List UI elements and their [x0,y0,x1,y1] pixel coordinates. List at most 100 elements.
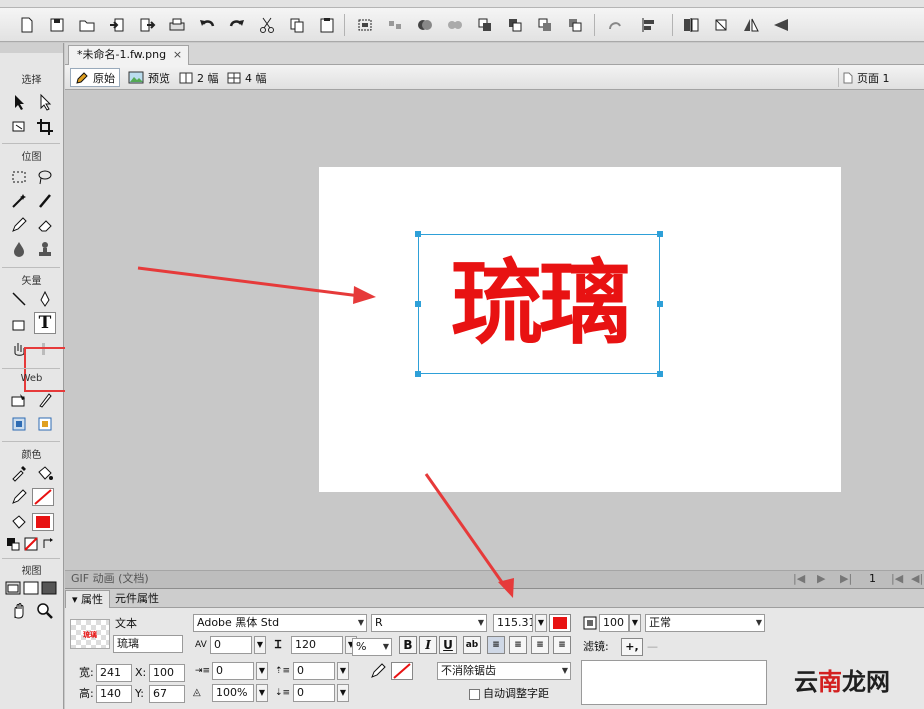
bring-front-icon[interactable] [474,14,496,36]
hand-tool-icon[interactable] [8,600,30,622]
align-icon[interactable] [634,14,664,36]
width-field[interactable]: 241 [96,664,132,682]
copy-icon[interactable] [286,14,308,36]
filter-list[interactable] [581,660,767,705]
space-before-field[interactable]: 0 [293,662,335,680]
scale-tool-icon[interactable] [8,116,30,138]
resize-handle[interactable] [415,231,421,237]
indent-field[interactable]: 0 [212,662,254,680]
join-icon[interactable] [414,14,436,36]
brush-tool-icon[interactable] [34,190,56,212]
eraser-tool-icon[interactable] [34,214,56,236]
distort-icon[interactable] [710,14,732,36]
leading-field[interactable]: 120 [291,636,343,654]
paste-icon[interactable] [316,14,338,36]
tab-symbol-properties[interactable]: 元件属性 [109,590,165,608]
horizontal-scale-dropdown-icon[interactable]: ▼ [256,684,268,702]
horizontal-scale-field[interactable]: 100% [212,684,254,702]
next-frame-icon[interactable]: ◀| [911,571,923,587]
show-slices-icon[interactable] [34,413,56,435]
kerning-field[interactable]: 0 [210,636,252,654]
underline-button[interactable]: U [439,636,457,654]
export-icon[interactable] [136,14,158,36]
y-field[interactable]: 67 [149,685,185,703]
magic-wand-icon[interactable] [8,190,30,212]
align-center-icon[interactable]: ≡ [509,636,527,654]
italic-button[interactable]: I [419,636,437,654]
align-right-icon[interactable]: ≡ [531,636,549,654]
text-object[interactable]: 琉璃 [415,231,663,377]
send-backward-icon[interactable] [534,14,556,36]
close-icon[interactable]: × [173,46,182,64]
flip-vertical-icon[interactable] [770,14,792,36]
leading-unit-select[interactable]: % [352,638,392,656]
pencil-tool-icon[interactable] [8,214,30,236]
no-stroke-icon[interactable] [22,533,40,555]
lasso-tool-icon[interactable] [34,166,56,188]
pointer-tool-icon[interactable] [8,91,30,113]
standard-screen-icon[interactable] [4,577,22,599]
eyedropper-tool-icon[interactable] [8,462,30,484]
indent-dropdown-icon[interactable]: ▼ [256,662,268,680]
object-name-field[interactable]: 琉璃 [113,635,183,653]
group-icon[interactable] [354,14,376,36]
resize-handle[interactable] [415,371,421,377]
space-before-dropdown-icon[interactable]: ▼ [337,662,349,680]
add-filter-button[interactable]: +, [621,638,643,656]
prev-frame-icon[interactable]: |◀ [891,571,903,587]
stamp-tool-icon[interactable] [34,238,56,260]
tab-properties[interactable]: ▾ 属性 [65,590,111,608]
tab-four-up[interactable]: 4 幅 [223,68,271,87]
justify-icon[interactable]: ≡ [553,636,571,654]
stroke-color-swatch[interactable] [32,488,54,506]
bring-forward-icon[interactable] [504,14,526,36]
split-icon[interactable] [444,14,466,36]
document-tab[interactable]: *未命名-1.fw.png × [68,45,190,65]
marquee-tool-icon[interactable] [8,166,30,188]
antialias-select[interactable]: 不消除锯齿 [437,662,571,680]
remove-filter-button[interactable]: — [647,638,658,656]
tab-preview[interactable]: 预览 [124,68,174,87]
new-file-icon[interactable] [16,14,38,36]
pen-tool-icon[interactable] [34,288,56,310]
opacity-dropdown-icon[interactable]: ▼ [629,614,641,632]
default-colors-icon[interactable] [4,533,22,555]
send-back-icon[interactable] [564,14,586,36]
rotate-icon[interactable] [604,14,626,36]
resize-handle[interactable] [657,231,663,237]
kerning-dropdown-icon[interactable]: ▼ [254,636,266,654]
full-screen-icon[interactable] [40,577,58,599]
align-left-icon[interactable]: ≡ [487,636,505,654]
text-color-swatch[interactable] [549,614,571,632]
import-icon[interactable] [106,14,128,36]
crop-tool-icon[interactable] [34,116,56,138]
space-after-dropdown-icon[interactable]: ▼ [337,684,349,702]
play-icon[interactable]: ▶ [817,571,825,587]
first-frame-icon[interactable]: |◀ [793,571,805,587]
text-tool-icon[interactable]: T [34,312,56,334]
auto-kern-checkbox[interactable] [469,689,480,700]
fill-color-swatch[interactable] [32,513,54,531]
font-size-dropdown-icon[interactable]: ▼ [535,614,547,632]
last-frame-icon[interactable]: ▶| [840,571,852,587]
opacity-field[interactable]: 100 [599,614,629,632]
rectangle-tool-icon[interactable] [8,314,30,336]
swap-colors-icon[interactable] [40,533,58,555]
undo-icon[interactable] [196,14,218,36]
bold-button[interactable]: B [399,636,417,654]
tab-two-up[interactable]: 2 幅 [175,68,223,87]
ungroup-icon[interactable] [384,14,406,36]
save-icon[interactable] [46,14,68,36]
text-orientation-icon[interactable]: ab [463,636,481,654]
font-size-field[interactable]: 115.31 [493,614,533,632]
hotspot-tool-icon[interactable] [8,389,30,411]
collapse-icon[interactable]: ▾ [72,593,81,606]
resize-handle[interactable] [657,371,663,377]
print-icon[interactable] [166,14,188,36]
page-selector[interactable]: 页面 1 [838,68,894,87]
font-family-select[interactable]: Adobe 黑体 Std [193,614,367,632]
height-field[interactable]: 140 [96,685,132,703]
flip-horizontal-icon[interactable] [740,14,762,36]
slice-tool-icon[interactable] [34,389,56,411]
tab-original[interactable]: 原始 [70,68,120,87]
